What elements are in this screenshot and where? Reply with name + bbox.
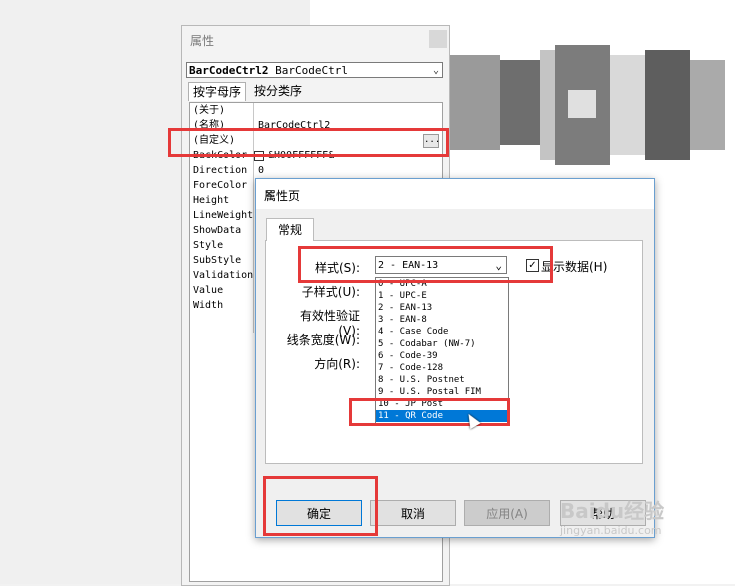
watermark-sub: jingyan.baidu.com [560,524,662,537]
properties-close-button[interactable] [429,30,447,48]
property-key: Direction [193,165,248,176]
dropdown-option[interactable]: 9 - U.S. Postal FIM [376,386,508,398]
dropdown-option[interactable]: 5 - Codabar (NW-7) [376,338,508,350]
watermark-main: Baidu经验 [560,499,665,523]
property-key: Height [193,195,230,206]
direction-label: 方向(R): [314,357,360,371]
dropdown-option[interactable]: 2 - EAN-13 [376,302,508,314]
property-key: Width [193,300,224,311]
watermark: Baidu经验 jingyan.baidu.com [560,495,664,537]
dropdown-option[interactable]: 6 - Code-39 [376,350,508,362]
dropdown-option[interactable]: 8 - U.S. Postnet [376,374,508,386]
property-key: SubStyle [193,255,242,266]
tab-general[interactable]: 常规 [266,218,314,241]
property-key: (关于) [193,105,226,116]
chevron-down-icon[interactable]: ⌄ [433,63,439,79]
object-type: BarCodeCtrl [275,64,348,77]
pixelated-region [450,45,730,170]
cancel-button[interactable]: 取消 [370,500,456,526]
line-width-label: 线条宽度(W): [286,333,360,347]
tab-alphabetic[interactable]: 按字母序 [188,82,247,101]
dropdown-option[interactable]: 3 - EAN-8 [376,314,508,326]
property-key: Validation [193,270,254,281]
property-key: LineWeight [193,210,254,221]
property-key: Style [193,240,224,251]
dropdown-option[interactable]: 7 - Code-128 [376,362,508,374]
property-value: 0 [258,165,265,176]
object-name: BarCodeCtrl2 [189,64,269,77]
property-key: Value [193,285,224,296]
highlight-qr-option [349,398,510,426]
highlight-ok-button [263,476,378,536]
dropdown-option[interactable]: 1 - UPC-E [376,290,508,302]
property-row[interactable]: Direction 0 [190,163,442,178]
properties-title: 属性 [190,34,215,48]
highlight-style-row [298,246,553,283]
apply-button[interactable]: 应用(A) [464,500,550,526]
property-key: ShowData [193,225,242,236]
tab-categorized[interactable]: 按分类序 [250,82,306,100]
close-icon[interactable]: ✕ [264,187,644,201]
property-key: ForeColor [193,180,248,191]
dialog-titlebar: 属性页 ✕ [256,179,654,209]
dropdown-option[interactable]: 4 - Case Code [376,326,508,338]
substyle-label: 子样式(U): [301,285,360,299]
highlight-custom-row [168,128,449,157]
object-selector[interactable]: BarCodeCtrl2 BarCodeCtrl ⌄ [186,62,443,78]
property-row[interactable]: (关于) [190,103,442,118]
